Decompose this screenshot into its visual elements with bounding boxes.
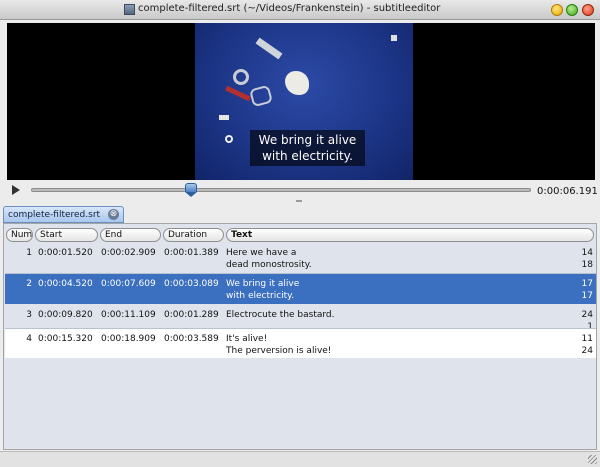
cell-duration: 0:00:03.589 (164, 334, 219, 344)
film-icon (124, 4, 135, 15)
table-row-selected[interactable]: 2 0:00:04.520 0:00:07.609 0:00:03.089 We… (5, 274, 596, 304)
cell-text: Here we have a dead monostrosity. (226, 248, 312, 270)
cell-end: 0:00:11.109 (101, 310, 156, 320)
close-window-button[interactable] (582, 4, 594, 16)
minimize-button[interactable] (551, 4, 563, 16)
cell-end: 0:00:07.609 (101, 279, 156, 289)
table-row[interactable]: 1 0:00:01.520 0:00:02.909 0:00:01.389 He… (5, 243, 596, 273)
tab-document[interactable]: complete-filtered.srt ⊗ (3, 206, 124, 223)
play-icon[interactable] (12, 185, 20, 195)
cell-start: 0:00:15.320 (38, 334, 93, 344)
seek-slider[interactable] (31, 188, 531, 192)
cell-duration: 0:00:01.289 (164, 310, 219, 320)
column-header-duration[interactable]: Duration (163, 228, 224, 242)
cell-num: 2 (26, 279, 32, 289)
cell-start: 0:00:01.520 (38, 248, 93, 258)
video-preview[interactable]: We bring it alive with electricity. (7, 23, 595, 180)
pane-splitter-handle[interactable] (296, 200, 302, 202)
column-header-start[interactable]: Start (35, 228, 98, 242)
cell-duration: 0:00:03.089 (164, 279, 219, 289)
current-time: 0:00:06.191 (537, 186, 598, 197)
window-title: complete-filtered.srt (~/Videos/Frankens… (138, 3, 441, 14)
cell-end: 0:00:02.909 (101, 248, 156, 258)
resize-grip-icon[interactable] (588, 455, 597, 464)
subtitle-table[interactable]: Num Start End Duration Text 1 0:00:01.52… (3, 223, 597, 450)
title-bar: complete-filtered.srt (~/Videos/Frankens… (0, 0, 600, 20)
subtitle-overlay: We bring it alive with electricity. (250, 130, 365, 166)
cell-num: 1 (26, 248, 32, 258)
cell-characters-per-line: 11 24 (581, 334, 593, 356)
cell-end: 0:00:18.909 (101, 334, 156, 344)
cell-text: Electrocute the bastard. (226, 310, 335, 320)
close-icon[interactable]: ⊗ (108, 209, 119, 220)
cell-characters-per-line: 17 17 (581, 279, 593, 301)
cell-duration: 0:00:01.389 (164, 248, 219, 258)
cell-num: 4 (26, 334, 32, 344)
table-row[interactable]: 4 0:00:15.320 0:00:18.909 0:00:03.589 It… (5, 329, 596, 358)
maximize-button[interactable] (566, 4, 578, 16)
column-header-num[interactable]: Num (6, 228, 33, 242)
subtitle-line: with electricity. (262, 149, 353, 163)
seek-slider-thumb[interactable] (185, 183, 197, 197)
cell-text: We bring it alive with electricity. (226, 279, 300, 301)
column-header-end[interactable]: End (100, 228, 161, 242)
cell-text: It's alive! The perversion is alive! (226, 334, 332, 356)
cell-start: 0:00:04.520 (38, 279, 93, 289)
cell-characters-per-line: 14 18 (581, 248, 593, 270)
tab-label: complete-filtered.srt (8, 210, 101, 220)
subtitle-line: We bring it alive (258, 133, 357, 147)
column-header-text[interactable]: Text (226, 228, 594, 242)
status-bar (0, 451, 600, 467)
cell-start: 0:00:09.820 (38, 310, 93, 320)
cell-num: 3 (26, 310, 32, 320)
